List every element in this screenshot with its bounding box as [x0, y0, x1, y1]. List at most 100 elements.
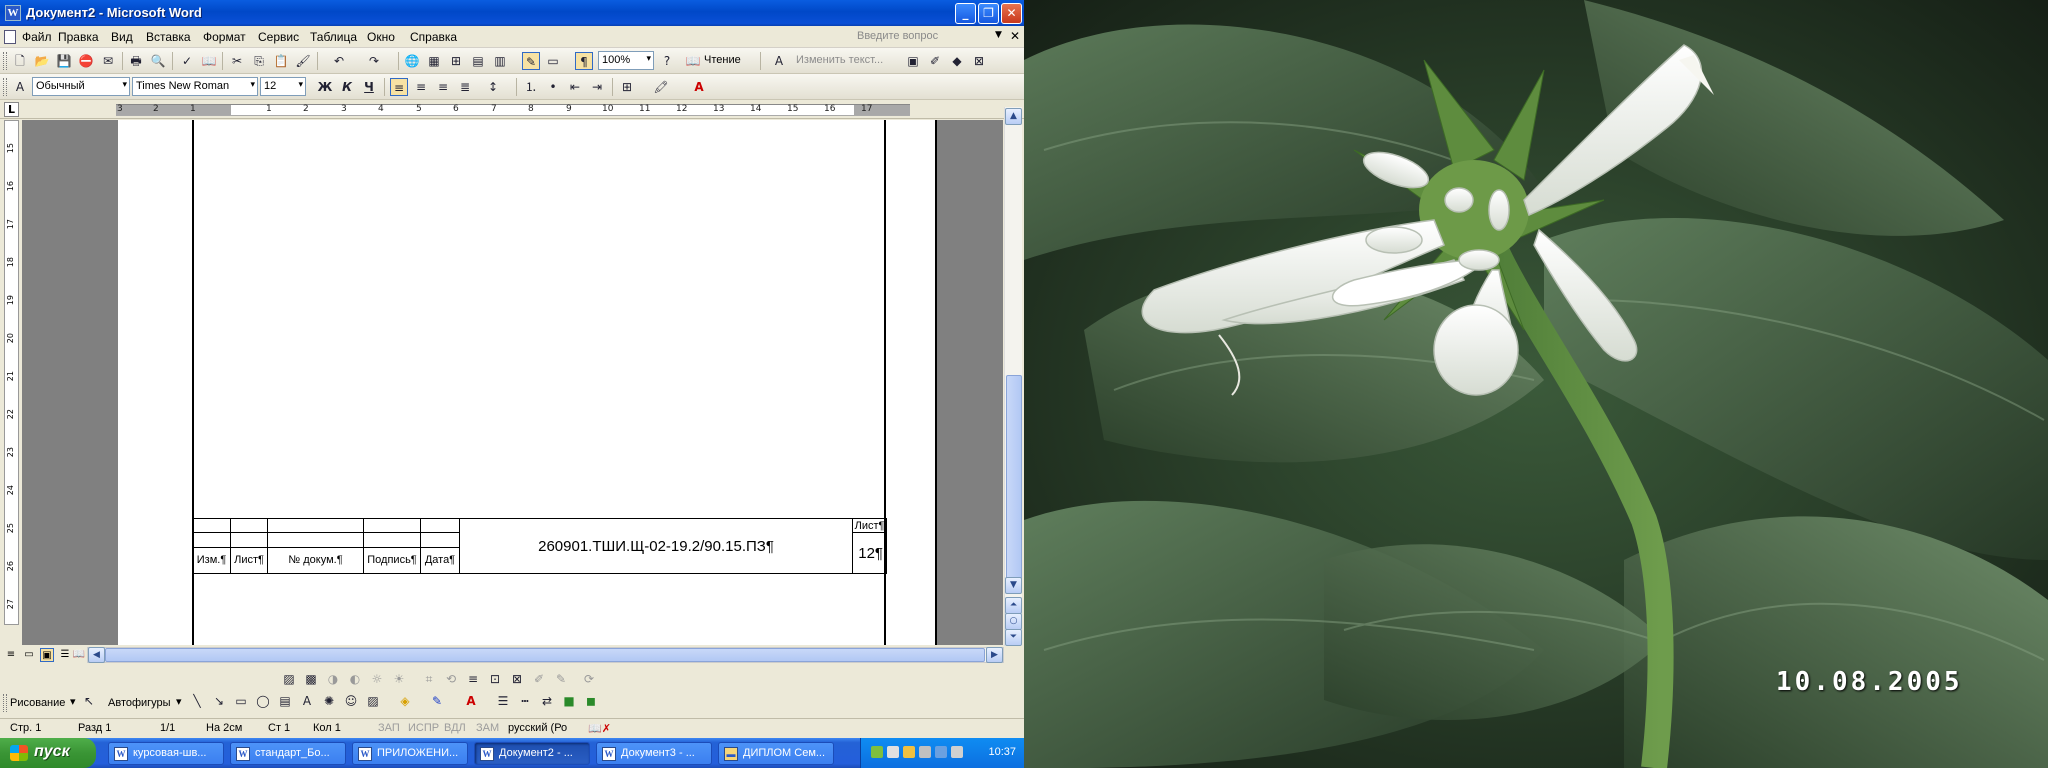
numbering-icon[interactable]: ⒈ [522, 78, 540, 96]
save-icon[interactable]: 💾 [55, 52, 73, 70]
undo-icon[interactable]: ↶ [330, 52, 348, 70]
menu-help[interactable]: Справка [410, 30, 457, 44]
document-code[interactable]: 260901.ТШИ.Щ-02-19.2/90.15.ПЗ¶ [459, 518, 853, 574]
line-icon[interactable]: ╲ [188, 692, 206, 710]
taskbar-item[interactable]: ▬ ДИПЛОМ Сем... [718, 742, 834, 765]
reviewing-icon[interactable]: ▣ [904, 52, 922, 70]
format-picture-icon[interactable]: ✐ [530, 670, 548, 688]
menu-window[interactable]: Окно [367, 30, 395, 44]
scroll-right-icon[interactable]: ▶ [986, 647, 1003, 663]
help-dropdown-icon[interactable]: ▼ [995, 30, 1002, 40]
underline-button[interactable]: Ч [360, 78, 378, 96]
tray-icon[interactable] [903, 746, 915, 758]
autoshapes-dropdown-icon[interactable]: ▾ [176, 695, 182, 708]
status-trk[interactable]: ИСПР [408, 722, 439, 734]
header-doc-number-cell[interactable]: № докум.¶ [267, 546, 364, 574]
tray-icon[interactable] [935, 746, 947, 758]
decrease-indent-icon[interactable]: ⇤ [566, 78, 584, 96]
ruler-strip[interactable]: 3 2 1 1 2 3 4 5 6 7 8 9 10 11 12 13 14 1… [116, 104, 910, 116]
reset-picture-icon[interactable]: ⟳ [580, 670, 598, 688]
borders-icon[interactable]: ⊞ [618, 78, 636, 96]
change-text-button[interactable]: Изменить текст... [796, 54, 883, 66]
help-question-input[interactable]: Введите вопрос [855, 29, 995, 46]
copy-icon[interactable]: ⎘ [250, 52, 268, 70]
shapes-icon[interactable]: ◆ [948, 52, 966, 70]
taskbar-item[interactable]: W ПРИЛОЖЕНИ... [352, 742, 468, 765]
previous-page-icon[interactable]: ⏶ [1005, 597, 1022, 614]
browse-object-icon[interactable]: ○ [1005, 613, 1022, 630]
align-left-icon[interactable]: ≡ [390, 78, 408, 96]
drawing-dropdown-icon[interactable]: ▾ [70, 695, 76, 708]
horizontal-ruler[interactable]: L 3 2 1 1 2 3 4 5 6 7 8 9 10 11 12 13 14… [0, 100, 1024, 119]
toolbar-grip[interactable] [3, 78, 7, 96]
tab-selector[interactable]: L [4, 102, 19, 117]
line-weight-icon[interactable]: ☰ [494, 692, 512, 710]
insert-excel-icon[interactable]: ▤ [469, 52, 487, 70]
document-close-icon[interactable]: ✕ [1010, 29, 1020, 43]
spelling-icon[interactable]: ✓ [178, 52, 196, 70]
title-bar[interactable]: W Документ2 - Microsoft Word _ ❐ ✕ [0, 0, 1024, 26]
taskbar-item[interactable]: W Документ3 - ... [596, 742, 712, 765]
document-area[interactable]: 260901.ТШИ.Щ-02-19.2/90.15.ПЗ¶ Лист¶ 12¶… [22, 120, 1003, 645]
shadow-icon[interactable]: ■ [560, 692, 578, 710]
word-art-icon[interactable]: A [770, 52, 788, 70]
italic-button[interactable]: К [338, 78, 356, 96]
email-icon[interactable]: ✉ [99, 52, 117, 70]
compress-icon[interactable]: ⊡ [486, 670, 504, 688]
align-center-icon[interactable]: ≡ [412, 78, 430, 96]
line-color-icon[interactable]: ✎ [428, 692, 446, 710]
scroll-up-icon[interactable]: ▲ [1005, 108, 1022, 125]
bold-button[interactable]: Ж [316, 78, 334, 96]
style-combo[interactable]: Обычный [32, 77, 130, 96]
text-wrap-icon[interactable]: ⊠ [508, 670, 526, 688]
horizontal-scroll-thumb[interactable] [105, 648, 985, 662]
minimize-button[interactable]: _ [955, 3, 976, 24]
reading-view-icon[interactable]: 📖 [72, 648, 86, 662]
contrast-icon[interactable]: ◑ [324, 670, 342, 688]
start-button[interactable]: пуск [0, 738, 96, 768]
spelling-status-icon[interactable]: 📖✗ [588, 722, 611, 735]
toolbar-grip[interactable] [3, 52, 7, 70]
tray-icon[interactable] [871, 746, 883, 758]
menu-table[interactable]: Таблица [310, 30, 357, 44]
columns-icon[interactable]: ▥ [491, 52, 509, 70]
track-changes-icon[interactable]: ✐ [926, 52, 944, 70]
header-signature-cell[interactable]: Подпись¶ [363, 546, 421, 574]
set-transparent-icon[interactable]: ✎ [552, 670, 570, 688]
cut-icon[interactable]: ✂ [228, 52, 246, 70]
drawing-menu[interactable]: Рисование [10, 697, 65, 709]
font-combo[interactable]: Times New Roman [132, 77, 258, 96]
permission-icon[interactable]: ⛔ [77, 52, 95, 70]
insert-picture-icon[interactable]: ▨ [280, 670, 298, 688]
scroll-down-icon[interactable]: ▼ [1005, 577, 1022, 594]
fill-color-icon[interactable]: ◈ [396, 692, 414, 710]
styles-icon[interactable]: A [11, 78, 29, 96]
document-menu-icon[interactable] [4, 30, 16, 44]
title-block-table[interactable]: 260901.ТШИ.Щ-02-19.2/90.15.ПЗ¶ Лист¶ 12¶… [192, 517, 887, 574]
menu-file[interactable]: Файл [22, 30, 52, 44]
font-size-combo[interactable]: 12 [260, 77, 306, 96]
oval-icon[interactable]: ◯ [254, 692, 272, 710]
vertical-ruler[interactable]: 15 16 17 18 19 20 21 22 23 24 25 26 27 [4, 120, 19, 625]
diagram-icon[interactable]: ✺ [320, 692, 338, 710]
highlight-icon[interactable]: 🖍 [652, 78, 670, 96]
outline-view-icon[interactable]: ☰ [58, 648, 72, 662]
status-ext[interactable]: ВДЛ [444, 722, 466, 734]
text-box-icon[interactable]: ▤ [276, 692, 294, 710]
crop-icon[interactable]: ⌗ [420, 670, 438, 688]
close-button[interactable]: ✕ [1001, 3, 1022, 24]
drawing-toggle-icon[interactable]: ✎ [522, 52, 540, 70]
insert-table-icon[interactable]: ⊞ [447, 52, 465, 70]
horizontal-scrollbar[interactable]: ◀ ▶ [87, 647, 1004, 663]
zoom-combo[interactable]: 100% [598, 51, 654, 70]
arrow-style-icon[interactable]: ⇄ [538, 692, 556, 710]
word-app-icon[interactable]: W [5, 5, 21, 21]
help-icon[interactable]: ? [658, 52, 676, 70]
rectangle-icon[interactable]: ▭ [232, 692, 250, 710]
format-painter-icon[interactable]: 🖌 [294, 52, 312, 70]
close-preview-icon[interactable]: ⊠ [970, 52, 988, 70]
print-layout-icon[interactable]: ▣ [40, 648, 54, 662]
print-icon[interactable]: 🖶 [127, 52, 145, 70]
menu-view[interactable]: Вид [111, 30, 133, 44]
menu-edit[interactable]: Правка [58, 30, 99, 44]
